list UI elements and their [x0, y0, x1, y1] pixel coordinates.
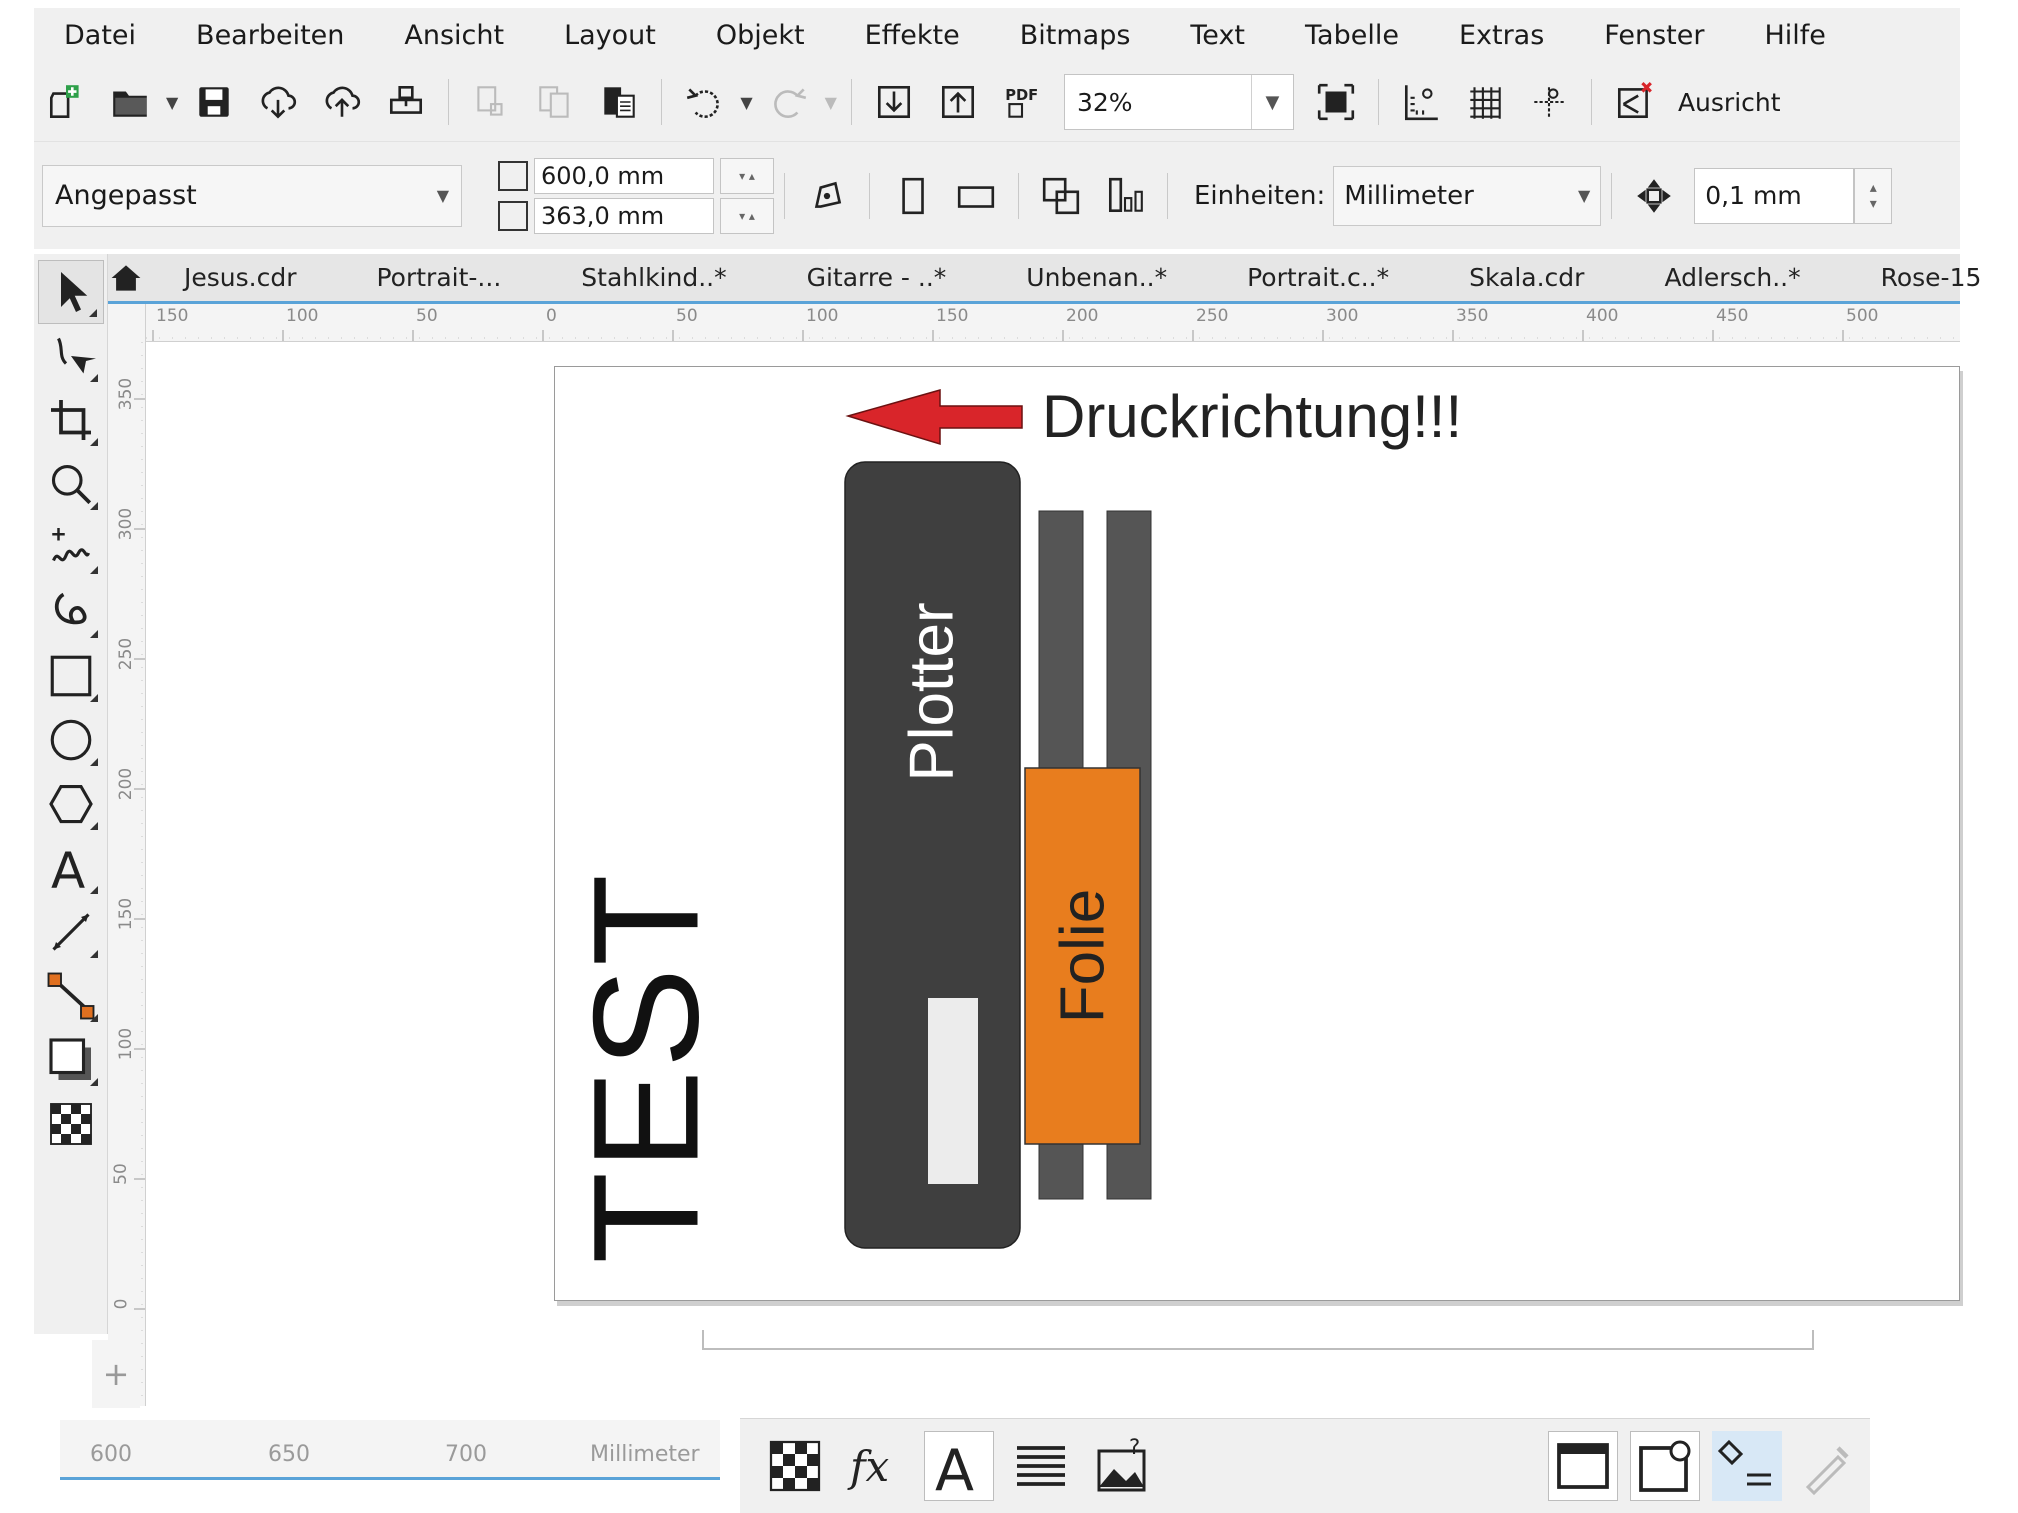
- frame-icon[interactable]: [1548, 1431, 1618, 1501]
- image-help-icon[interactable]: ?: [1088, 1431, 1158, 1501]
- test-label[interactable]: TEST: [560, 872, 733, 1263]
- add-page-button[interactable]: +: [92, 1340, 140, 1408]
- ruler-label: 700: [445, 1442, 487, 1467]
- svg-text:?: ?: [1129, 1436, 1140, 1459]
- transparency-icon[interactable]: [760, 1431, 830, 1501]
- direction-label[interactable]: Druckrichtung!!!: [1042, 382, 1462, 451]
- paragraph-icon[interactable]: [1006, 1431, 1076, 1501]
- fill-list-icon[interactable]: [1712, 1431, 1782, 1501]
- plotter-slot-shape[interactable]: [928, 998, 978, 1184]
- properties-panel-toolbar: fx A ?: [740, 1418, 1870, 1513]
- ruler-label: Millimeter: [590, 1442, 700, 1467]
- eyedropper-icon[interactable]: [1794, 1431, 1864, 1501]
- svg-text:fx: fx: [847, 1442, 890, 1491]
- ruler-label: 600: [90, 1442, 132, 1467]
- character-icon[interactable]: A: [924, 1431, 994, 1501]
- effects-fx-icon[interactable]: fx: [842, 1431, 912, 1501]
- page-artwork: [844, 389, 1152, 1249]
- secondary-ruler: 600 650 700 Millimeter: [60, 1420, 720, 1480]
- svg-text:A: A: [935, 1438, 974, 1496]
- ruler-label: 650: [268, 1442, 310, 1467]
- direction-arrow-icon[interactable]: [845, 389, 1023, 446]
- folie-label[interactable]: Folie: [1048, 889, 1119, 1023]
- plotter-label[interactable]: Plotter: [897, 602, 968, 781]
- view-frame-icon[interactable]: [1630, 1431, 1700, 1501]
